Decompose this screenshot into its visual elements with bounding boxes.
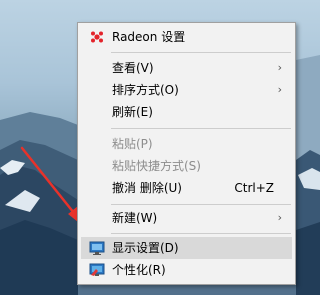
radeon-icon — [91, 31, 103, 43]
menu-item-refresh[interactable]: 刷新(E) — [81, 101, 292, 123]
menu-item-label: 显示设置(D) — [112, 241, 179, 255]
submenu-arrow-icon: › — [277, 61, 282, 74]
menu-item-label: 粘贴(P) — [112, 137, 153, 151]
menu-item-label: 排序方式(O) — [112, 83, 179, 97]
menu-item-view[interactable]: 查看(V) › — [81, 57, 292, 79]
menu-item-personalize[interactable]: 个性化(R) — [81, 259, 292, 281]
menu-separator — [111, 233, 291, 234]
menu-item-display-settings[interactable]: 显示设置(D) — [81, 237, 292, 259]
submenu-arrow-icon: › — [277, 83, 282, 96]
menu-separator — [111, 128, 291, 129]
menu-separator — [111, 204, 291, 205]
display-settings-icon — [89, 241, 105, 255]
personalize-icon — [89, 263, 105, 276]
submenu-arrow-icon: › — [277, 211, 282, 224]
menu-item-label: Radeon 设置 — [112, 30, 186, 44]
context-menu: Radeon 设置 查看(V) › 排序方式(O) › 刷新(E) 粘贴(P) … — [77, 22, 296, 285]
menu-item-label: 查看(V) — [112, 61, 154, 75]
menu-item-label: 个性化(R) — [112, 263, 166, 277]
menu-item-label: 撤消 删除(U) — [112, 181, 182, 195]
menu-item-label: 粘贴快捷方式(S) — [112, 159, 201, 173]
menu-item-paste[interactable]: 粘贴(P) — [81, 133, 292, 155]
menu-item-radeon-settings[interactable]: Radeon 设置 — [81, 26, 292, 48]
menu-item-sort-by[interactable]: 排序方式(O) › — [81, 79, 292, 101]
keyboard-shortcut: Ctrl+Z — [234, 181, 274, 195]
menu-item-label: 刷新(E) — [112, 105, 153, 119]
menu-separator — [111, 52, 291, 53]
menu-item-label: 新建(W) — [112, 211, 158, 225]
menu-item-paste-shortcut[interactable]: 粘贴快捷方式(S) — [81, 155, 292, 177]
menu-item-undo-delete[interactable]: 撤消 删除(U) Ctrl+Z — [81, 177, 292, 199]
menu-item-new[interactable]: 新建(W) › — [81, 207, 292, 229]
